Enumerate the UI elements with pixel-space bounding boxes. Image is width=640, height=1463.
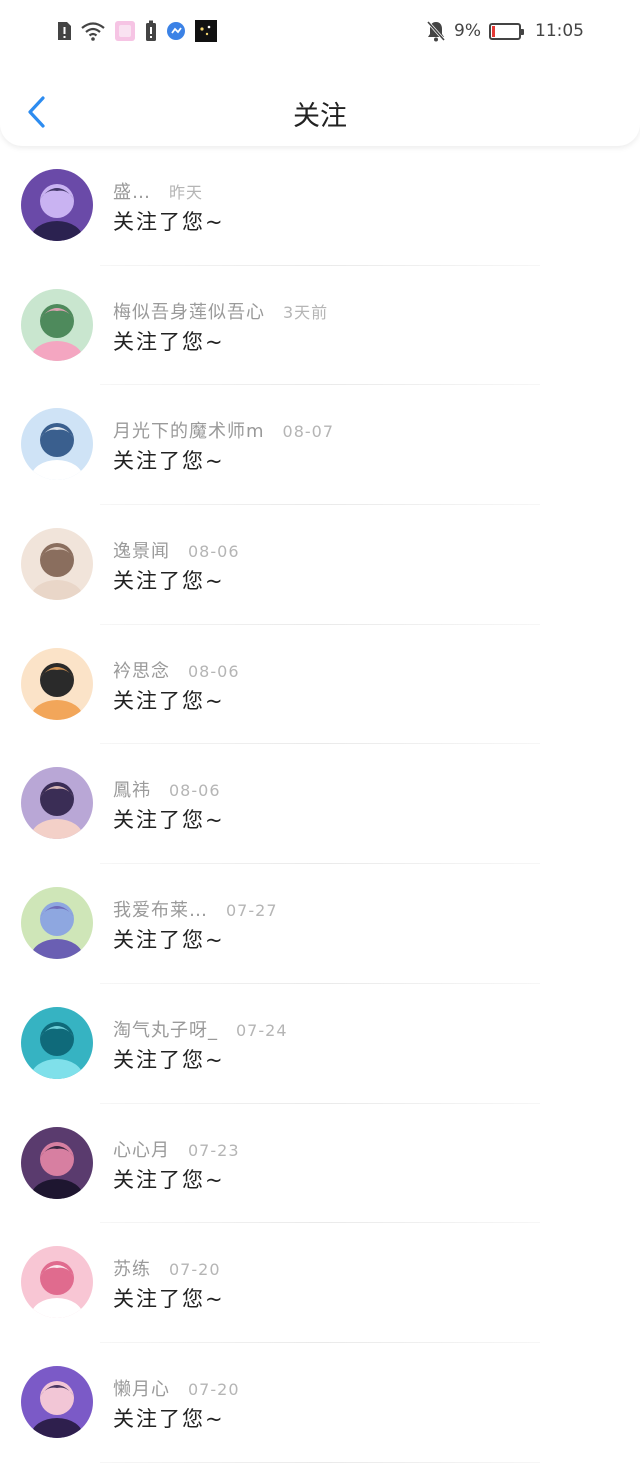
follow-message: 关注了您~ xyxy=(113,210,225,234)
follow-time: 07-27 xyxy=(226,901,278,921)
avatar[interactable] xyxy=(21,1365,93,1438)
follow-item[interactable]: 心心月 07-23 关注了您~ xyxy=(0,1104,640,1224)
battery-percent: 9% xyxy=(454,21,481,41)
follow-item[interactable]: 逸景闻 08-06 关注了您~ xyxy=(0,505,640,625)
follower-meta: 我爱布莱… 07-27 xyxy=(113,896,278,922)
avatar[interactable] xyxy=(21,288,93,361)
follow-message: 关注了您~ xyxy=(113,449,225,474)
follower-name[interactable]: 鳳祎 xyxy=(113,780,151,801)
follow-item[interactable]: 月光下的魔术师m 08-07 关注了您~ xyxy=(0,385,640,506)
follow-message: 关注了您~ xyxy=(113,1406,225,1431)
follower-meta: 鳳祎 08-06 xyxy=(113,776,221,802)
bell-off-icon xyxy=(426,21,446,42)
follower-meta: 苏练 07-20 xyxy=(113,1255,221,1281)
follow-list: 盛… 昨天 关注了您~ 梅似吾身莲似吾心 3天前 关注了您~ 月光下的魔术师m 08-07 关注… xyxy=(0,146,640,1463)
avatar[interactable] xyxy=(21,1006,93,1079)
title-bar: 关注 xyxy=(0,82,640,140)
follower-meta: 月光下的魔术师m 08-07 xyxy=(113,417,334,443)
wifi-icon xyxy=(81,22,105,41)
follower-meta: 衿思念 08-06 xyxy=(113,657,240,683)
follower-meta: 懒月心 07-20 xyxy=(113,1375,240,1401)
follow-item[interactable]: 鳳祎 08-06 关注了您~ xyxy=(0,744,640,865)
follow-time: 07-20 xyxy=(169,1260,221,1280)
follower-meta: 淘气丸子呀_ 07-24 xyxy=(113,1016,288,1042)
follow-time: 3天前 xyxy=(283,302,329,322)
follower-name[interactable]: 我爱布莱… xyxy=(113,900,208,921)
follow-message: 关注了您~ xyxy=(113,1287,225,1312)
clock: 11:05 xyxy=(535,21,584,41)
avatar[interactable] xyxy=(21,1126,93,1199)
follower-meta: 心心月 07-23 xyxy=(113,1136,240,1162)
follow-item[interactable]: 淘气丸子呀_ 07-24 关注了您~ xyxy=(0,984,640,1104)
alert-icon xyxy=(58,22,71,40)
app-notification-icon xyxy=(115,21,135,41)
follow-time: 08-07 xyxy=(282,422,335,442)
follower-name[interactable]: 淘气丸子呀_ xyxy=(113,1020,218,1041)
follow-time: 昨天 xyxy=(169,183,204,202)
follow-message: 关注了您~ xyxy=(113,688,225,713)
avatar[interactable] xyxy=(21,528,93,601)
follow-time: 08-06 xyxy=(169,781,221,801)
page-title: 关注 xyxy=(293,101,347,132)
follower-name[interactable]: 衿思念 xyxy=(113,661,170,682)
follow-time: 07-20 xyxy=(188,1379,240,1399)
header: 9% 11:05 关注 xyxy=(0,0,640,146)
battery-alert-icon xyxy=(146,20,156,41)
follower-name[interactable]: 苏练 xyxy=(113,1259,151,1280)
follow-item[interactable]: 我爱布莱… 07-27 关注了您~ xyxy=(0,864,640,984)
status-bar: 9% 11:05 xyxy=(0,16,640,50)
battery-level xyxy=(492,25,495,37)
follow-message: 关注了您~ xyxy=(113,569,225,594)
follow-item[interactable]: 盛… 昨天关注了您~ xyxy=(0,146,640,266)
app-notification-icon xyxy=(195,20,217,42)
avatar[interactable] xyxy=(21,408,93,481)
avatar[interactable] xyxy=(21,767,93,840)
avatar[interactable] xyxy=(21,169,93,241)
follow-item[interactable]: 梅似吾身莲似吾心 3天前关注了您~ xyxy=(0,266,640,386)
follow-message: 关注了您~ xyxy=(113,329,225,354)
follow-message: 关注了您~ xyxy=(113,928,225,953)
follower-name[interactable]: 月光下的魔术师m xyxy=(113,421,265,442)
follow-message: 关注了您~ xyxy=(113,1047,225,1072)
battery-icon xyxy=(489,22,524,40)
follower-meta: 梅似吾身莲似吾心 3天前 xyxy=(113,298,328,324)
avatar[interactable] xyxy=(21,887,93,960)
follow-item[interactable]: 衿思念 08-06 关注了您~ xyxy=(0,625,640,745)
follower-meta: 盛… 昨天 xyxy=(113,178,203,204)
follow-time: 07-24 xyxy=(236,1020,288,1040)
follower-name[interactable]: 逸景闻 xyxy=(113,541,170,562)
follower-name[interactable]: 心心月 xyxy=(113,1140,170,1161)
divider xyxy=(100,1461,540,1463)
follow-time: 07-23 xyxy=(188,1140,240,1160)
follower-name[interactable]: 懒月心 xyxy=(113,1379,170,1400)
status-right-icons: 9% 11:05 xyxy=(426,20,584,42)
avatar[interactable] xyxy=(21,647,93,720)
follow-item[interactable]: 懒月心 07-20 关注了您~ xyxy=(0,1343,640,1463)
follow-time: 08-06 xyxy=(188,661,240,681)
follower-meta: 逸景闻 08-06 xyxy=(113,537,240,563)
follower-name[interactable]: 盛… xyxy=(113,182,151,203)
follow-item[interactable]: 苏练 07-20 关注了您~ xyxy=(0,1223,640,1343)
status-left-icons xyxy=(56,20,217,42)
avatar[interactable] xyxy=(21,1246,93,1319)
follower-name[interactable]: 梅似吾身莲似吾心 xyxy=(113,302,265,323)
follow-time: 08-06 xyxy=(188,542,240,562)
browser-icon xyxy=(167,22,185,40)
follow-message: 关注了您~ xyxy=(113,1167,225,1192)
follow-message: 关注了您~ xyxy=(113,808,225,833)
